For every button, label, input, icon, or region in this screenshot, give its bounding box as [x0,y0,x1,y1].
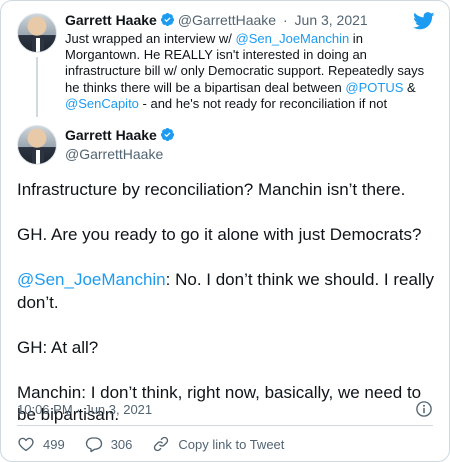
quoted-tweet-text: Just wrapped an interview w/ @Sen_JoeMan… [65,31,425,112]
verified-badge-icon [160,127,174,142]
main-author-name-row: Garrett Haake [65,127,175,143]
like-count: 499 [43,436,65,452]
reply-count: 306 [110,436,133,452]
mention-sen-joemanchin[interactable]: @Sen_JoeManchin [17,270,166,289]
quoted-author-name[interactable]: Garrett Haake [65,12,157,28]
quoted-handle[interactable]: @GarrettHaake [178,12,276,28]
tweet-paragraph: @Sen_JoeManchin: No. I don’t think we sh… [17,269,437,314]
tweet-paragraph: GH. Are you ready to go it alone with ju… [17,225,422,244]
quoted-text-part: & [403,79,416,95]
thread-connector-line [36,57,38,117]
tweet-paragraph: Infrastructure by reconciliation? Manchi… [17,180,406,199]
like-button[interactable]: 499 [17,435,65,453]
copy-link-label: Copy link to Tweet [178,436,285,452]
quoted-author-avatar[interactable] [17,13,57,53]
copy-link-button[interactable]: Copy link to Tweet [152,435,284,453]
quoted-tweet-header: Garrett Haake @GarrettHaake · Jun 3, 2021 [65,12,368,28]
mention-potus[interactable]: @POTUS [345,80,403,95]
mention-sencapito[interactable]: @SenCapito [65,96,139,111]
quoted-separator: · [282,12,288,28]
tweet-action-bar: 499 306 Copy link to Tweet [17,435,304,453]
mention-sen-joemanchin[interactable]: @Sen_JoeManchin [236,31,350,46]
reply-button[interactable]: 306 [85,435,133,453]
embedded-tweet-card: Garrett Haake @GarrettHaake · Jun 3, 2021… [0,0,450,462]
quoted-text-part: Just wrapped an interview w/ [65,31,236,46]
twitter-bird-icon[interactable] [413,12,435,30]
tweet-timestamp[interactable]: 10:06 PM · Jun 3, 2021 [17,402,152,417]
reply-bubble-icon [85,437,102,453]
main-author-name[interactable]: Garrett Haake [65,127,157,143]
quoted-text-part: - and he's not ready for reconciliation … [138,95,388,111]
main-handle[interactable]: @GarrettHaake [65,146,163,162]
main-author-avatar[interactable] [17,125,57,165]
action-bar-divider [17,425,433,426]
info-icon[interactable] [415,400,433,418]
main-tweet-text: Infrastructure by reconciliation? Manchi… [17,179,437,427]
tweet-paragraph: GH: At all? [17,337,99,357]
quoted-date[interactable]: Jun 3, 2021 [295,12,368,28]
heart-icon [18,437,34,452]
verified-badge-icon [160,12,174,27]
link-icon [154,436,169,452]
